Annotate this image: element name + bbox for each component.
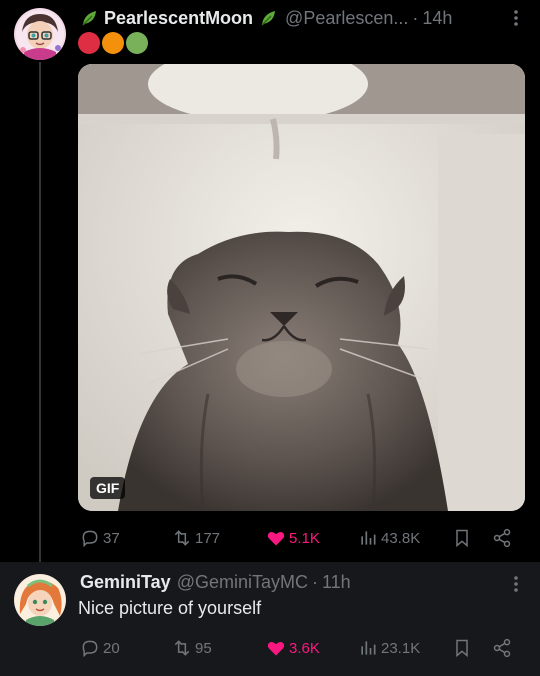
- bookmark-icon: [456, 529, 468, 548]
- orange-circle-emoji: [102, 32, 124, 54]
- tweet-header: PearlescentMoon @Pearlescen... · 14h: [80, 6, 452, 30]
- emoji-row: [78, 32, 148, 54]
- display-name[interactable]: PearlescentMoon: [104, 8, 253, 29]
- green-circle-emoji: [126, 32, 148, 54]
- thread-line: [39, 62, 41, 562]
- reply-button[interactable]: 37: [80, 526, 120, 550]
- reply-icon: [82, 640, 98, 658]
- leaf-icon: [261, 11, 276, 26]
- leaf-icon: [82, 11, 96, 26]
- red-circle-emoji: [78, 32, 100, 54]
- separator-dot: ·: [412, 7, 419, 28]
- views-icon: [361, 641, 376, 655]
- timestamp[interactable]: 14h: [422, 8, 452, 29]
- handle[interactable]: @Pearlescen...: [285, 8, 408, 29]
- handle[interactable]: @GeminiTayMC: [177, 572, 308, 593]
- share-button[interactable]: [492, 636, 512, 660]
- repost-icon: [174, 530, 190, 546]
- like-count: 3.6K: [289, 639, 320, 657]
- share-icon: [493, 528, 511, 548]
- view-count: 43.8K: [381, 529, 421, 547]
- reply-tweet[interactable]: GeminiTay @GeminiTayMC · 11h Nice pictur…: [0, 562, 540, 676]
- views-button[interactable]: 43.8K: [358, 526, 420, 550]
- like-button[interactable]: 5.1K: [266, 526, 320, 550]
- action-bar: 20 95 3.6K 23.1K: [80, 636, 520, 660]
- tweet-text: Nice picture of yourself: [78, 598, 262, 618]
- gif-media[interactable]: GIF: [78, 64, 525, 511]
- views-button[interactable]: 23.1K: [358, 636, 420, 660]
- share-button[interactable]: [492, 526, 512, 550]
- reply-icon: [82, 530, 98, 548]
- repost-button[interactable]: 95: [172, 636, 212, 660]
- avatar[interactable]: [14, 8, 66, 60]
- views-icon: [361, 531, 376, 545]
- wet-cat-image: [78, 64, 525, 511]
- bookmark-button[interactable]: [452, 636, 472, 660]
- tweet-header: GeminiTay @GeminiTayMC · 11h: [80, 570, 351, 594]
- repost-count: 177: [195, 529, 221, 547]
- like-count: 5.1K: [289, 529, 320, 547]
- more-icon[interactable]: [510, 574, 522, 594]
- timestamp[interactable]: 11h: [322, 572, 351, 593]
- tweet[interactable]: PearlescentMoon @Pearlescen... · 14h GIF…: [0, 0, 540, 562]
- avatar[interactable]: [14, 574, 66, 626]
- display-name[interactable]: GeminiTay: [80, 572, 171, 593]
- bookmark-button[interactable]: [452, 526, 472, 550]
- more-icon[interactable]: [510, 8, 522, 28]
- gif-badge: GIF: [90, 477, 126, 499]
- like-button[interactable]: 3.6K: [266, 636, 320, 660]
- view-count: 23.1K: [381, 639, 421, 657]
- action-bar: 37 177 5.1K 43.8K: [80, 526, 520, 550]
- heart-icon: [267, 532, 285, 546]
- separator-dot: ·: [312, 571, 318, 592]
- bookmark-icon: [456, 639, 468, 658]
- share-icon: [493, 638, 511, 658]
- reply-count: 37: [103, 529, 120, 547]
- repost-button[interactable]: 177: [172, 526, 220, 550]
- reply-button[interactable]: 20: [80, 636, 120, 660]
- heart-icon: [267, 642, 285, 656]
- repost-icon: [174, 640, 190, 656]
- reply-count: 20: [103, 639, 120, 657]
- repost-count: 95: [195, 639, 212, 657]
